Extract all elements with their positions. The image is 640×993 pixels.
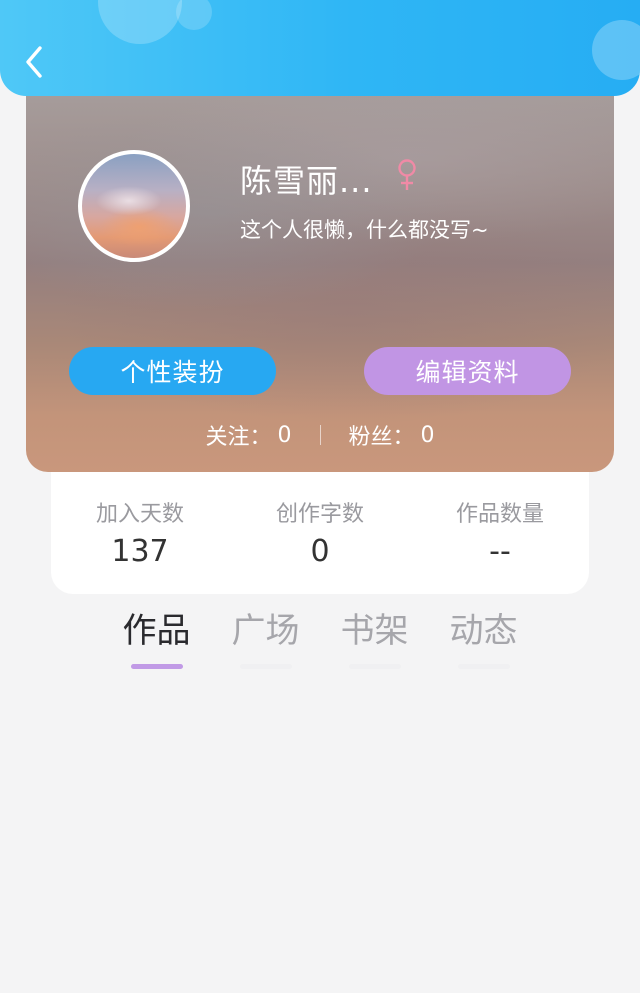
stat-value: -- bbox=[489, 534, 511, 569]
female-icon bbox=[398, 159, 416, 190]
stat-label: 作品数量 bbox=[455, 502, 544, 527]
decor-bubble bbox=[176, 0, 212, 30]
stats-card: 加入天数 137 创作字数 0 作品数量 -- bbox=[51, 456, 589, 594]
tab-indicator bbox=[457, 664, 510, 669]
stat-word-count: 创作字数 0 bbox=[240, 496, 400, 569]
tab-label: 广场 bbox=[231, 611, 300, 651]
chevron-left-icon bbox=[26, 46, 42, 78]
followers-count[interactable]: 粉丝： 0 bbox=[349, 419, 435, 451]
followers-label: 粉丝： bbox=[348, 425, 415, 450]
stat-label: 创作字数 bbox=[275, 502, 364, 527]
stat-label: 加入天数 bbox=[95, 502, 184, 527]
profile-card: 陈雪丽... 这个人很懒，什么都没写~ 个性装扮 编辑资料 关注： 0 粉丝： … bbox=[26, 70, 614, 472]
top-header bbox=[0, 0, 640, 96]
following-value: 0 bbox=[277, 422, 292, 448]
edit-profile-button[interactable]: 编辑资料 bbox=[364, 347, 571, 395]
tab-activity[interactable]: 动态 bbox=[429, 608, 538, 669]
tab-label: 作品 bbox=[122, 611, 191, 651]
tab-indicator bbox=[130, 664, 183, 669]
decor-bubble bbox=[592, 20, 640, 80]
stat-works-count: 作品数量 -- bbox=[420, 496, 580, 569]
followers-value: 0 bbox=[420, 422, 435, 448]
follow-divider bbox=[319, 425, 321, 445]
tab-works[interactable]: 作品 bbox=[102, 608, 211, 669]
bio-text: 这个人很懒，什么都没写~ bbox=[240, 218, 489, 242]
stat-value: 137 bbox=[111, 534, 169, 569]
avatar[interactable] bbox=[78, 150, 190, 262]
back-button[interactable] bbox=[14, 40, 54, 84]
tab-indicator bbox=[239, 664, 292, 669]
profile-page: 陈雪丽... 这个人很懒，什么都没写~ 个性装扮 编辑资料 关注： 0 粉丝： … bbox=[0, 0, 640, 993]
stat-value: 0 bbox=[310, 534, 330, 569]
tab-indicator bbox=[348, 664, 401, 669]
tab-bookshelf[interactable]: 书架 bbox=[320, 608, 429, 669]
username: 陈雪丽... bbox=[240, 162, 373, 200]
decor-bubble bbox=[98, 0, 182, 44]
following-count[interactable]: 关注： 0 bbox=[205, 419, 291, 451]
tab-label: 动态 bbox=[449, 611, 518, 651]
personal-dress-button[interactable]: 个性装扮 bbox=[69, 347, 276, 395]
tab-label: 书架 bbox=[340, 611, 409, 651]
stat-join-days: 加入天数 137 bbox=[60, 496, 220, 569]
following-label: 关注： bbox=[205, 425, 272, 450]
follow-stats: 关注： 0 粉丝： 0 bbox=[26, 418, 614, 452]
tab-square[interactable]: 广场 bbox=[211, 608, 320, 669]
content-tabs: 作品 广场 书架 动态 bbox=[102, 608, 542, 678]
